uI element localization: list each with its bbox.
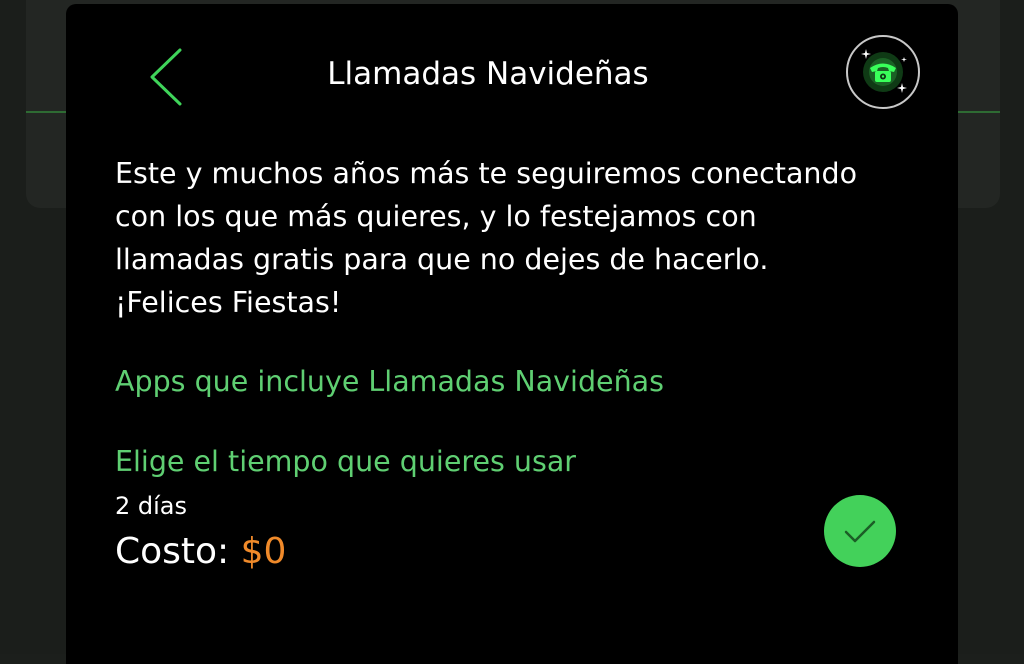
sparkling-phone-icon xyxy=(861,49,907,93)
checkmark-icon xyxy=(844,520,876,543)
choose-time-label: Elige el tiempo que quieres usar xyxy=(115,445,576,478)
cost-label: Costo: xyxy=(115,531,230,572)
chevron-left-icon xyxy=(150,48,182,106)
confirm-button[interactable] xyxy=(824,495,896,567)
offer-modal: Llamadas Navideñas Este y muchos años má… xyxy=(66,4,958,664)
page-title: Llamadas Navideñas xyxy=(327,56,649,92)
back-button[interactable] xyxy=(142,44,192,110)
cost-price: $0 xyxy=(240,531,287,572)
promo-badge[interactable] xyxy=(846,35,920,109)
offer-description: Este y muchos años más te seguiremos con… xyxy=(115,157,858,319)
cost-line: Costo: $0 xyxy=(115,526,286,578)
included-apps-link[interactable]: Apps que incluye Llamadas Navideñas xyxy=(115,360,664,404)
duration-value: 2 días xyxy=(115,492,188,520)
